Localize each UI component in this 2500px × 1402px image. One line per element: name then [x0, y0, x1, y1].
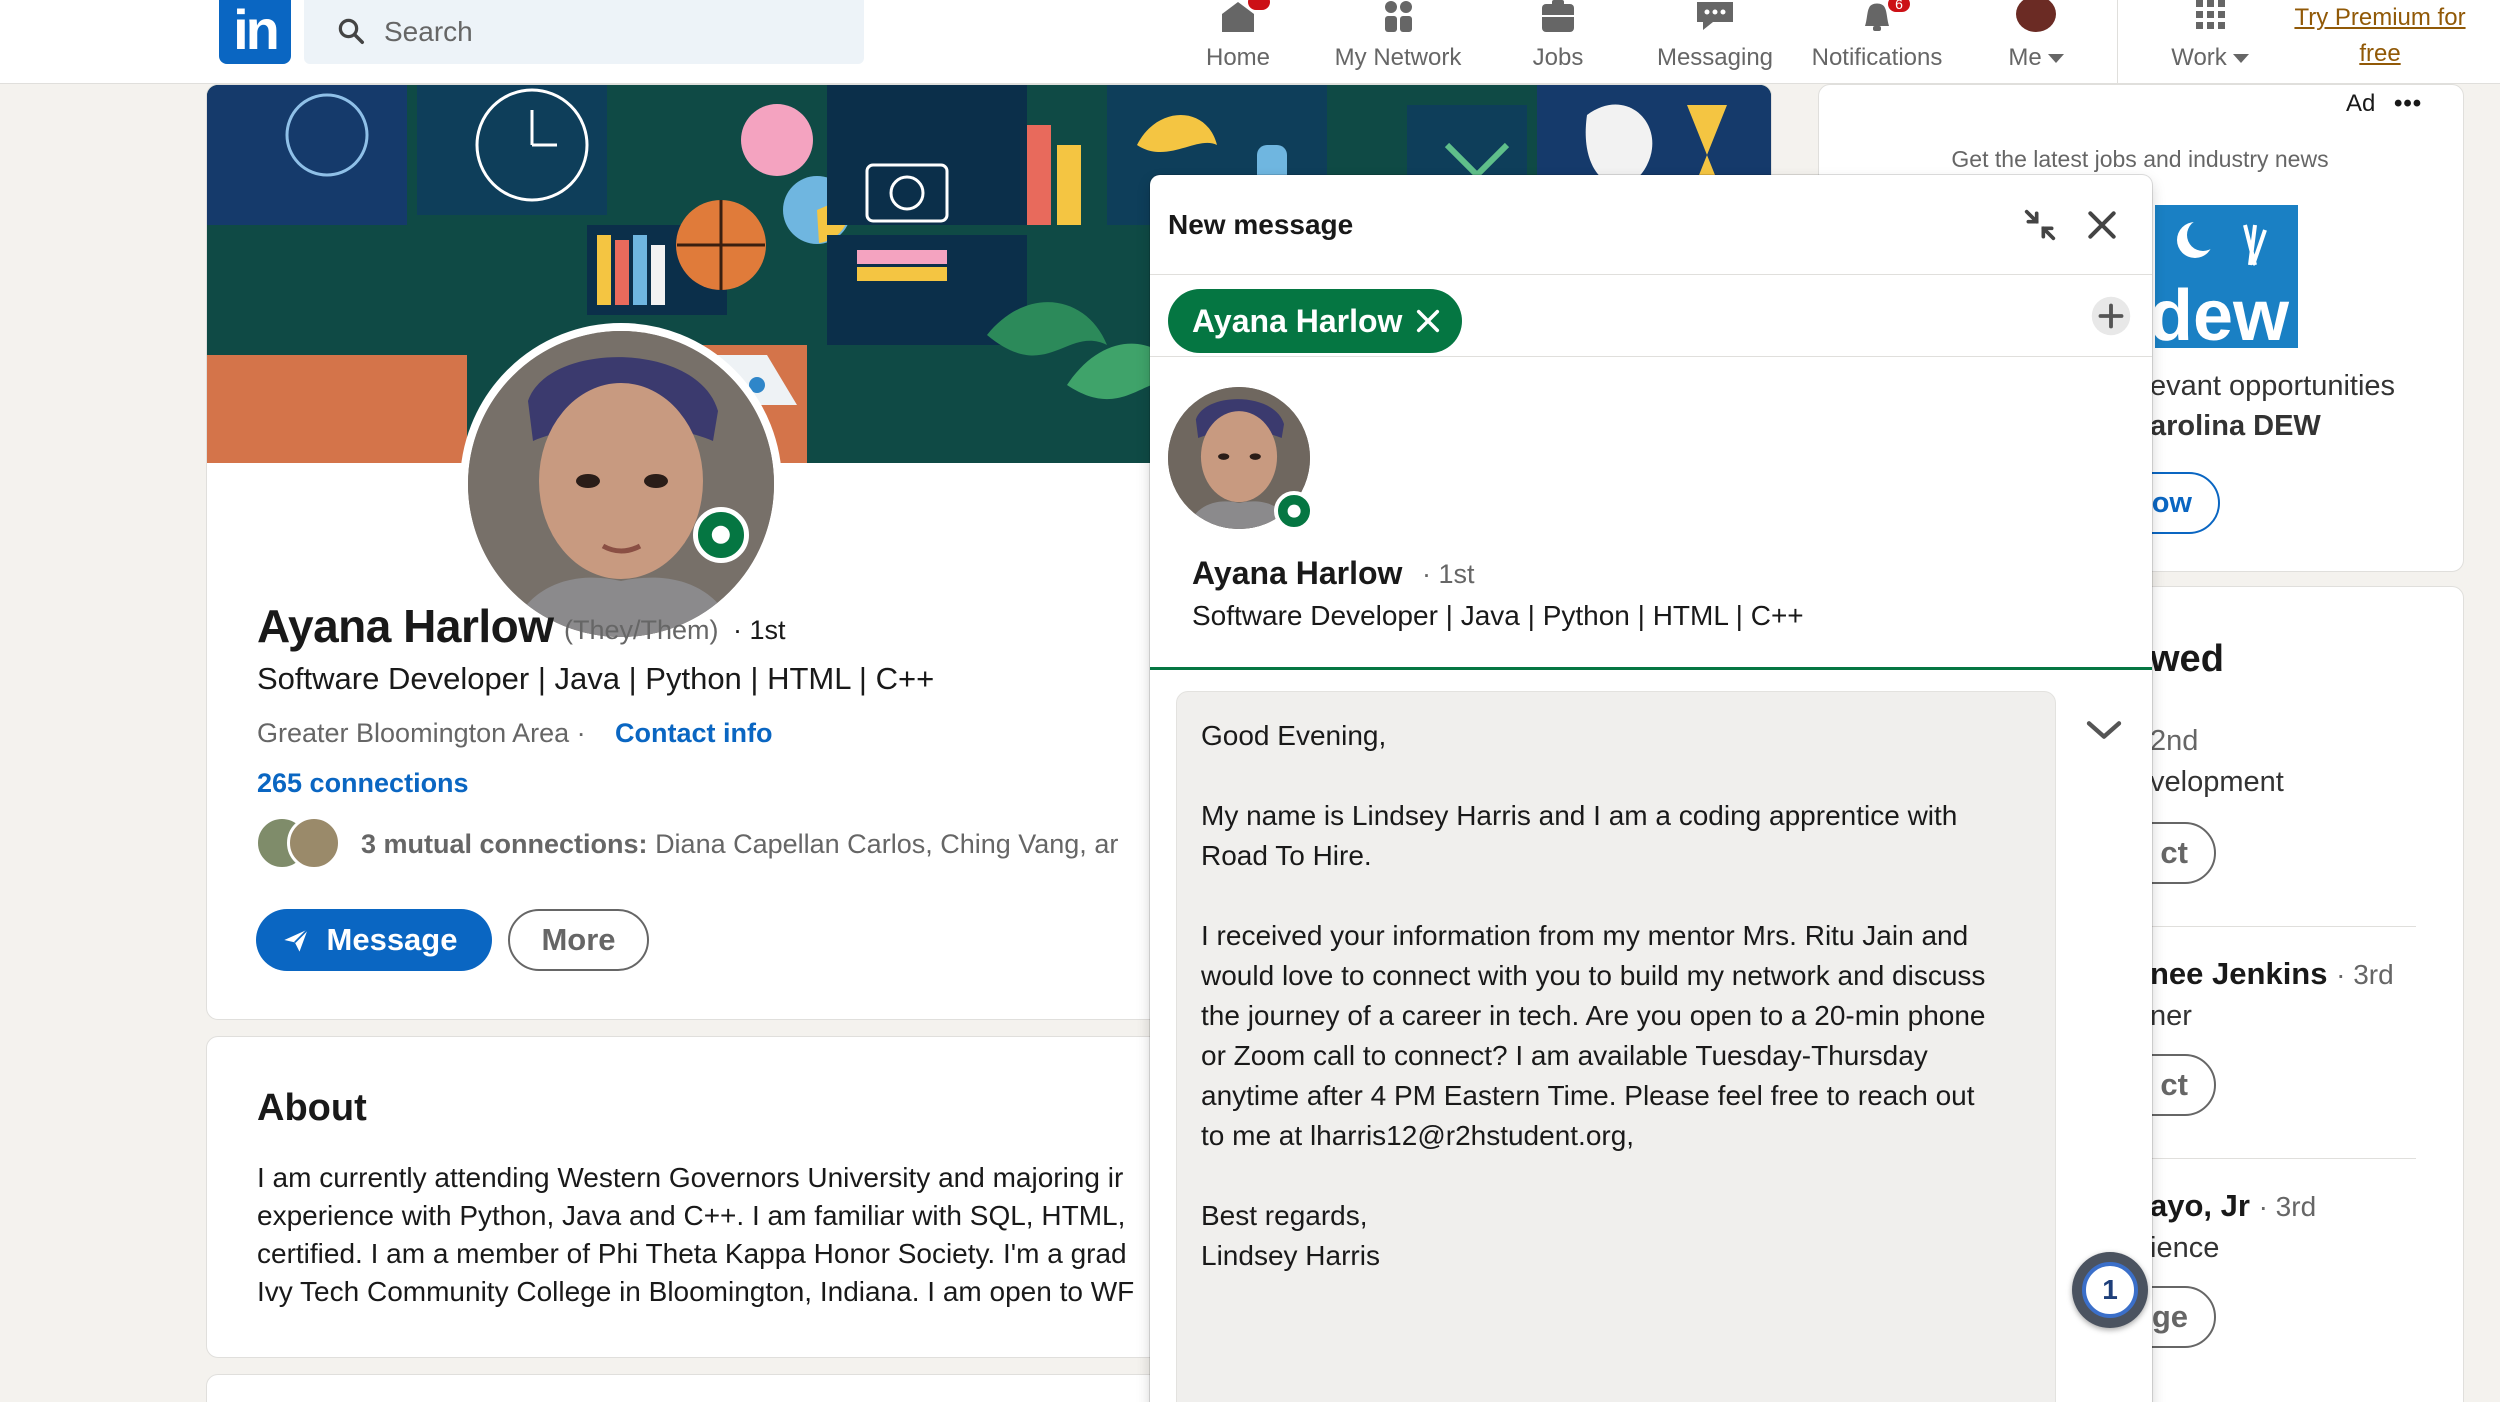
add-icon[interactable]: [2090, 295, 2132, 337]
message-compose-area[interactable]: Good Evening, My name is Lindsey Harris …: [1176, 691, 2056, 1402]
about-line: certified. I am a member of Phi Theta Ka…: [257, 1238, 1127, 1269]
premium-line-2[interactable]: free: [2280, 36, 2480, 72]
message-button[interactable]: Message: [256, 909, 492, 971]
message-header: New message: [1150, 175, 2152, 275]
nav-work[interactable]: Work: [2160, 0, 2260, 84]
connections-link[interactable]: 265 connections: [257, 768, 469, 799]
home-badge: [1246, 0, 1272, 12]
try-premium-link[interactable]: Try Premium for free: [2280, 0, 2480, 72]
profile-degree: · 1st: [733, 615, 786, 645]
profile-photo-image: [468, 331, 774, 637]
nav-label: My Network: [1334, 44, 1462, 71]
online-status-icon: [693, 507, 749, 563]
profile-pronouns: (They/Them): [564, 615, 719, 645]
about-title: About: [257, 1087, 367, 1129]
messaging-icon: [1697, 2, 1733, 30]
profile-location: Greater Bloomington Area ·: [257, 718, 586, 748]
recipient-row[interactable]: Ayana Harlow: [1150, 275, 2152, 357]
nav-label: Work: [2171, 44, 2227, 71]
message-button-label: Message: [326, 922, 458, 957]
ad-subtitle: Get the latest jobs and industry news: [1951, 146, 2329, 172]
about-line: I am currently attending Western Governo…: [257, 1162, 1124, 1193]
mutual-names: Diana Capellan Carlos, Ching Vang, ar: [655, 829, 1119, 859]
person-degree: · 3rd: [2258, 1191, 2317, 1222]
person-name[interactable]: nee Jenkins · 3rd: [2150, 956, 2394, 992]
person-degree: · 3rd: [2336, 959, 2394, 990]
about-text: I am currently attending Western Governo…: [257, 1159, 1157, 1311]
about-line: experience with Python, Java and C++. I …: [257, 1200, 1126, 1231]
person-headline: ience: [2150, 1232, 2220, 1264]
profile-headline: Software Developer | Java | Python | HTM…: [257, 661, 935, 696]
people-viewed-title: wed: [2150, 638, 2224, 680]
nav-label: Notifications: [1811, 44, 1943, 71]
global-nav: in Home My Network Jobs Messaging 6 Noti…: [0, 0, 2500, 84]
send-icon: [284, 928, 309, 952]
person-name-text: nee Jenkins: [2150, 956, 2328, 991]
nav-label: Me: [2008, 44, 2042, 71]
recipient-degree: · 1st: [1422, 559, 1475, 589]
search-bar[interactable]: [304, 0, 864, 64]
close-icon[interactable]: [2082, 205, 2122, 245]
linkedin-logo-icon[interactable]: in: [219, 0, 291, 64]
message-title: New message: [1168, 209, 1354, 240]
remove-recipient-icon[interactable]: [1414, 307, 1442, 335]
recipient-headline: Software Developer | Java | Python | HTM…: [1192, 600, 1804, 631]
nav-messaging[interactable]: Messaging: [1652, 0, 1778, 84]
recipient-chip[interactable]: Ayana Harlow: [1168, 289, 1463, 353]
recipient-divider: [1150, 667, 2152, 670]
nav-divider: [2117, 0, 2118, 84]
ad-more-icon[interactable]: •••: [2394, 90, 2422, 118]
mutual-connections[interactable]: 3 mutual connections: Diana Capellan Car…: [361, 829, 1118, 860]
nav-label: Messaging: [1656, 44, 1774, 71]
ad-copy-line-1: evant opportunities: [2150, 370, 2396, 402]
message-body[interactable]: Good Evening, My name is Lindsey Harris …: [1201, 716, 2041, 1276]
mutual-prefix: 3 mutual connections:: [361, 829, 648, 859]
minimize-icon[interactable]: [2020, 205, 2060, 245]
nav-my-network[interactable]: My Network: [1320, 0, 1476, 84]
nav-label: Jobs: [1532, 44, 1584, 71]
nav-label: Home: [1205, 44, 1271, 71]
more-button[interactable]: More: [508, 909, 649, 971]
online-status-icon: [1274, 491, 1314, 531]
nav-home[interactable]: Home: [1190, 0, 1286, 84]
nav-notifications[interactable]: 6 Notifications: [1802, 0, 1952, 84]
person-headline: ner: [2150, 1000, 2192, 1032]
search-icon: [338, 18, 364, 44]
me-avatar: [2016, 0, 2056, 32]
about-line: Ivy Tech Community College in Bloomingto…: [257, 1276, 1135, 1307]
ad-company-logo: dew: [2155, 205, 2298, 348]
notifications-badge: 6: [1886, 0, 1912, 14]
ad-label: Ad: [2346, 90, 2376, 117]
extension-badge-count: 1: [2082, 1262, 2138, 1318]
svg-text:dew: dew: [2155, 276, 2290, 348]
jobs-icon: [1542, 0, 1574, 32]
contact-info-link[interactable]: Contact info: [615, 718, 772, 749]
chevron-down-icon[interactable]: [2084, 715, 2124, 745]
new-message-window: New message Ayana Harlow Ayana Harlow · …: [1150, 175, 2152, 1402]
search-input[interactable]: [384, 10, 844, 54]
extension-badge[interactable]: 1: [2072, 1252, 2148, 1328]
person-name-text: ayo, Jr: [2150, 1188, 2250, 1223]
recipient-chip-label: Ayana Harlow: [1192, 303, 1403, 339]
divider: [2150, 926, 2416, 927]
ad-copy-line-2: arolina DEW: [2150, 410, 2321, 442]
person-name[interactable]: ayo, Jr · 3rd: [2150, 1188, 2316, 1224]
divider: [2150, 1158, 2416, 1159]
person-headline: velopment: [2150, 766, 2284, 798]
network-icon: [1385, 1, 1412, 32]
ad-logo-image: dew: [2155, 205, 2298, 348]
nav-me[interactable]: Me: [1994, 0, 2078, 84]
caret-down-icon: [2047, 54, 2064, 64]
grid-icon: [2196, 0, 2225, 29]
caret-down-icon: [2232, 54, 2249, 64]
recipient-name[interactable]: Ayana Harlow: [1192, 555, 1402, 592]
person-degree: 2nd: [2150, 725, 2199, 757]
profile-name: Ayana Harlow: [257, 600, 554, 652]
premium-line-1[interactable]: Try Premium for: [2280, 0, 2480, 36]
profile-photo[interactable]: [460, 323, 782, 645]
nav-jobs[interactable]: Jobs: [1520, 0, 1596, 84]
mutual-avatar: [287, 816, 341, 870]
